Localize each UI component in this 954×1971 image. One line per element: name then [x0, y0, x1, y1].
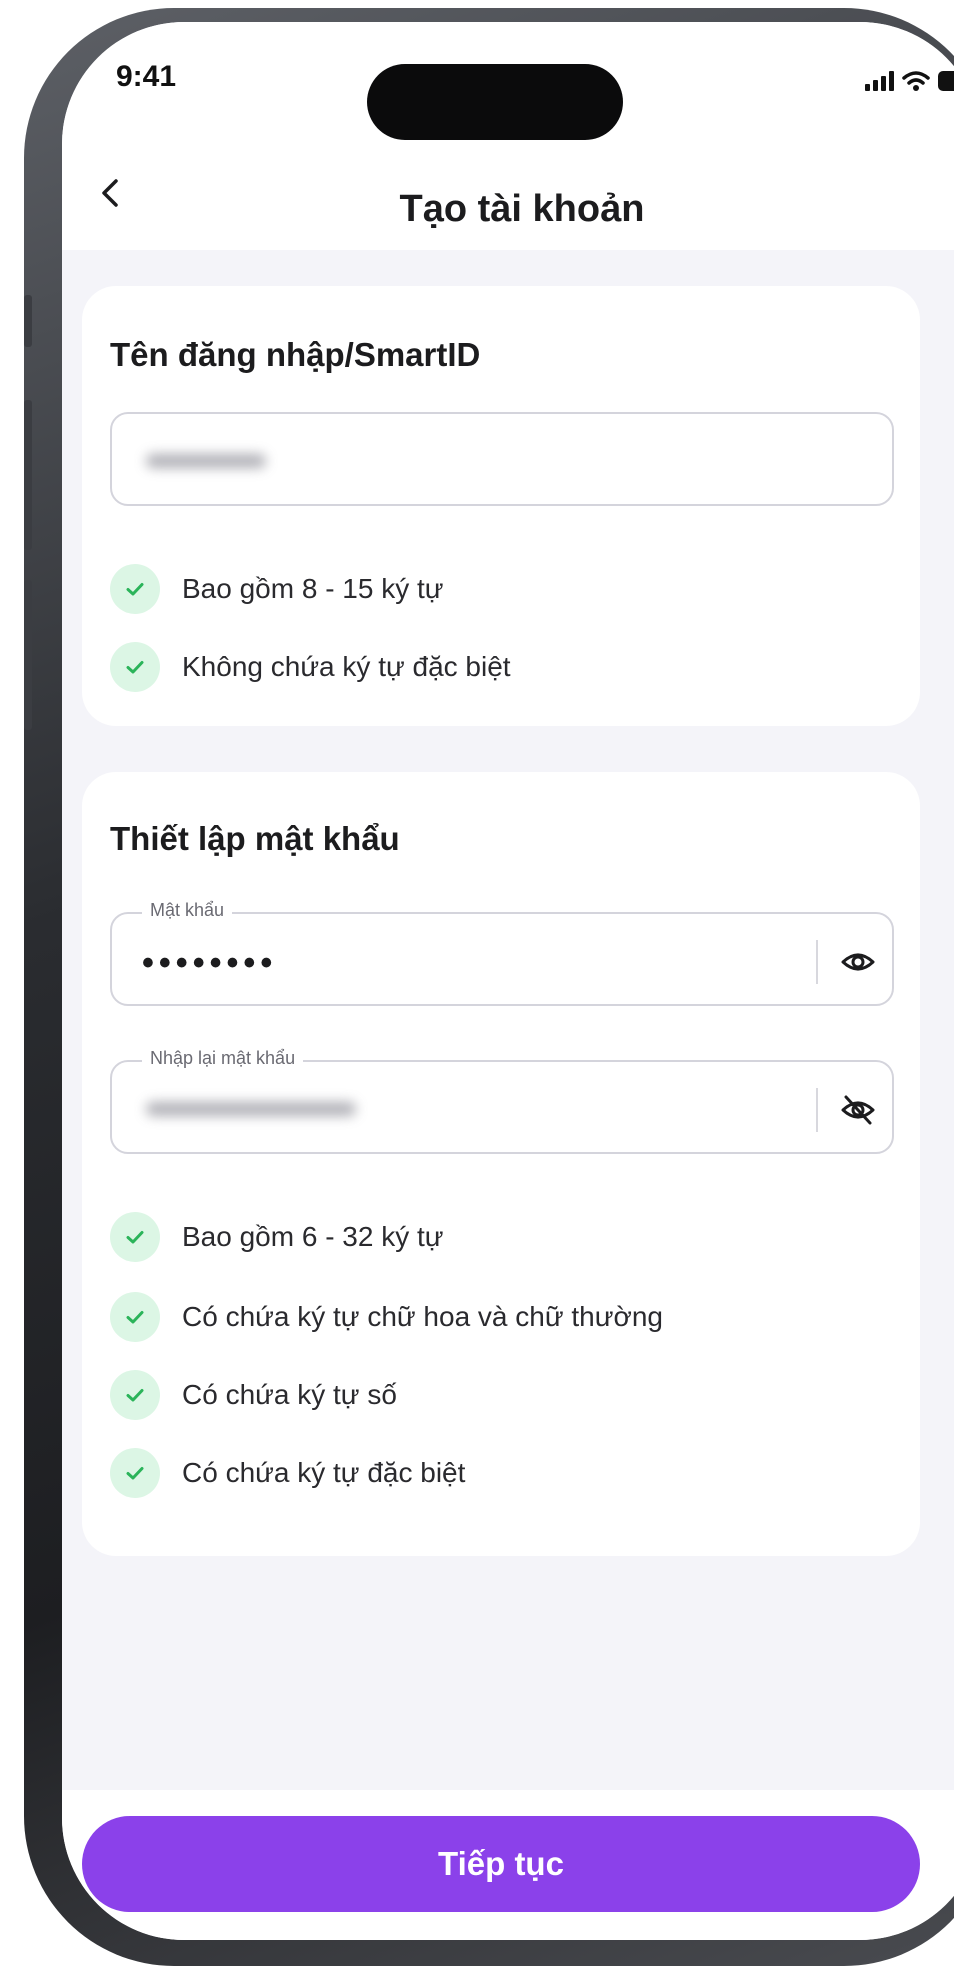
password-rule-special: Có chứa ký tự đặc biệt [110, 1448, 465, 1498]
status-icons [865, 70, 954, 92]
continue-button[interactable]: Tiếp tục [82, 1816, 920, 1912]
status-time: 9:41 [116, 60, 177, 93]
password-card: Thiết lập mật khẩu Mật khẩu •••••••• Nhậ… [82, 772, 920, 1556]
username-value-blurred [146, 454, 266, 468]
action-button [24, 295, 32, 347]
hide-password-button[interactable] [838, 1090, 878, 1130]
username-rule-length: Bao gồm 8 - 15 ký tự [110, 564, 444, 614]
rule-label: Có chứa ký tự đặc biệt [182, 1457, 466, 1488]
check-icon [110, 564, 160, 614]
dynamic-island [367, 64, 623, 140]
check-icon [110, 1292, 160, 1342]
username-input[interactable] [110, 412, 894, 506]
username-rule-no-special: Không chứa ký tự đặc biệt [110, 642, 511, 692]
field-divider [816, 1088, 818, 1132]
confirm-password-label: Nhập lại mật khẩu [142, 1048, 304, 1069]
page-title: Tạo tài khoản [399, 188, 645, 230]
password-label: Mật khẩu [142, 900, 233, 921]
volume-up-button [24, 400, 32, 550]
eye-off-icon [841, 1095, 875, 1125]
password-value: •••••••• [142, 944, 278, 982]
password-rule-case: Có chứa ký tự chữ hoa và chữ thường [110, 1292, 663, 1342]
signal-icon [865, 71, 894, 91]
screen: 9:41 Tạo tài khoản Tên đăng nhập/SmartID… [62, 22, 954, 1940]
check-icon [110, 1212, 160, 1262]
check-icon [110, 1370, 160, 1420]
username-card: Tên đăng nhập/SmartID Bao gồm 8 - 15 ký … [82, 286, 920, 726]
rule-label: Bao gồm 6 - 32 ký tự [182, 1221, 444, 1252]
eye-icon [841, 953, 875, 971]
rule-label: Có chứa ký tự chữ hoa và chữ thường [182, 1301, 663, 1332]
show-password-button[interactable] [838, 942, 878, 982]
wifi-icon [902, 71, 930, 91]
password-input[interactable]: Mật khẩu •••••••• [110, 900, 894, 1006]
confirm-password-input[interactable]: Nhập lại mật khẩu [110, 1048, 894, 1154]
password-section-title: Thiết lập mật khẩu [110, 820, 400, 857]
username-section-title: Tên đăng nhập/SmartID [110, 336, 481, 373]
confirm-password-value-blurred [146, 1102, 356, 1116]
password-rule-length: Bao gồm 6 - 32 ký tự [110, 1212, 444, 1262]
battery-icon [938, 71, 954, 91]
volume-down-button [24, 580, 32, 730]
rule-label: Có chứa ký tự số [182, 1379, 397, 1410]
check-icon [110, 1448, 160, 1498]
rule-label: Bao gồm 8 - 15 ký tự [182, 573, 444, 604]
password-rule-number: Có chứa ký tự số [110, 1370, 397, 1420]
rule-label: Không chứa ký tự đặc biệt [182, 651, 511, 682]
check-icon [110, 642, 160, 692]
field-divider [816, 940, 818, 984]
